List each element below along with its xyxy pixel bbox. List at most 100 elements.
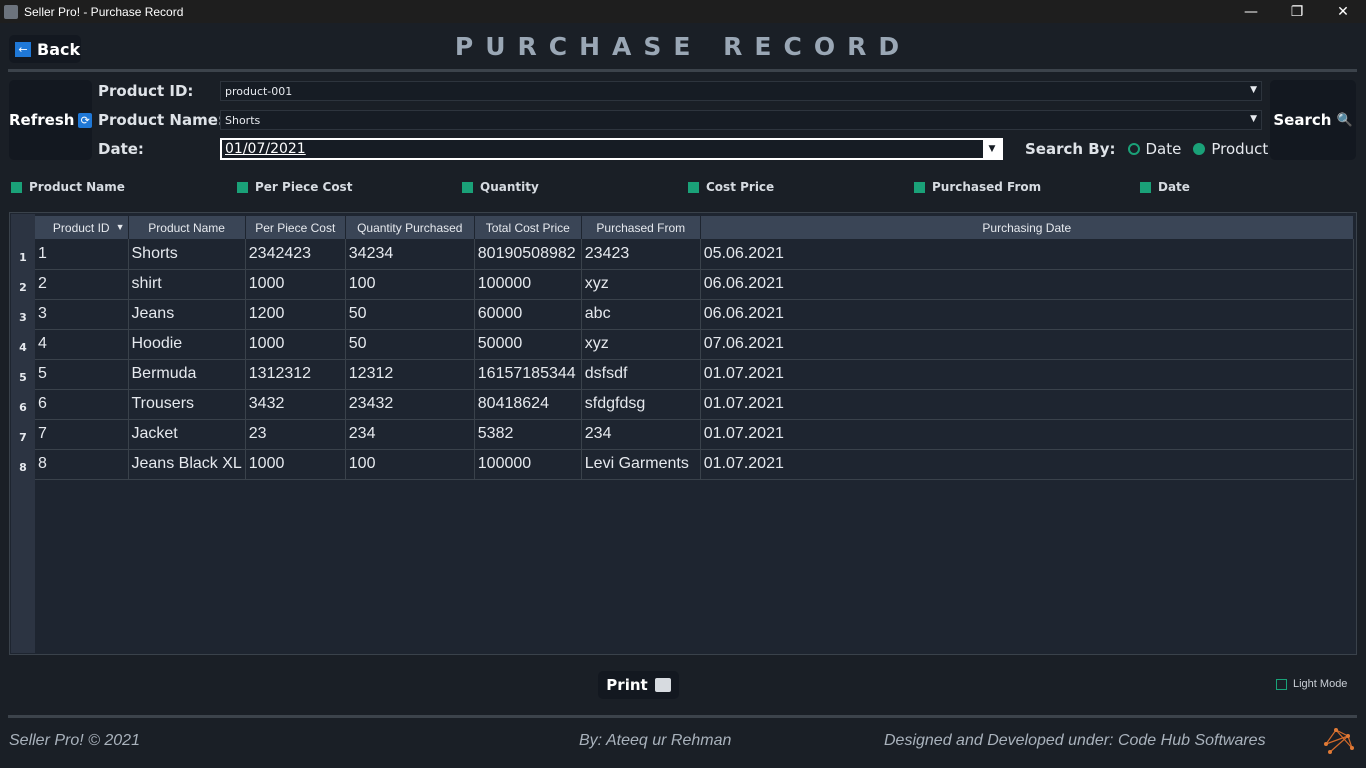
checkbox-icon[interactable] bbox=[688, 181, 699, 193]
cell-purchased-from[interactable]: abc bbox=[581, 299, 701, 330]
cell-total-cost[interactable]: 100000 bbox=[474, 449, 582, 480]
cell-purchasing-date[interactable]: 01.07.2021 bbox=[700, 389, 1354, 420]
cell-total-cost[interactable]: 16157185344 bbox=[474, 359, 582, 390]
row-number[interactable]: 7 bbox=[11, 422, 35, 452]
cell-product-name[interactable]: Shorts bbox=[128, 239, 246, 270]
chevron-down-icon[interactable]: ▼ bbox=[1250, 114, 1257, 124]
column-header-purchased-from[interactable]: Purchased From bbox=[581, 216, 701, 239]
checkbox-icon[interactable] bbox=[11, 181, 22, 193]
radio-date[interactable] bbox=[1127, 143, 1140, 155]
toggle-quantity[interactable]: Quantity bbox=[462, 180, 539, 194]
cell-product-name[interactable]: Jeans Black XL bbox=[128, 449, 246, 480]
row-number[interactable]: 4 bbox=[11, 332, 35, 362]
table-row[interactable]: 3 Jeans 1200 50 60000 abc 06.06.2021 bbox=[35, 299, 1354, 330]
table-row[interactable]: 5 Bermuda 1312312 12312 16157185344 dsfs… bbox=[35, 359, 1354, 390]
minimize-button[interactable]: — bbox=[1228, 0, 1274, 23]
cell-quantity[interactable]: 50 bbox=[345, 329, 475, 360]
cell-per-piece-cost[interactable]: 2342423 bbox=[245, 239, 346, 270]
row-number[interactable]: 2 bbox=[11, 272, 35, 302]
restore-button[interactable]: ❐ bbox=[1274, 0, 1320, 23]
purchase-grid[interactable]: 1 2 3 4 5 6 7 8 Product ID ▼ Product Name… bbox=[9, 212, 1357, 655]
row-number[interactable]: 3 bbox=[11, 302, 35, 332]
cell-total-cost[interactable]: 80418624 bbox=[474, 389, 582, 420]
cell-total-cost[interactable]: 80190508982 bbox=[474, 239, 582, 270]
cell-product-name[interactable]: Trousers bbox=[128, 389, 246, 420]
print-button[interactable]: Print bbox=[598, 671, 679, 699]
table-row[interactable]: 8 Jeans Black XL 1000 100 100000 Levi Ga… bbox=[35, 449, 1354, 480]
sort-down-icon[interactable]: ▼ bbox=[116, 222, 125, 232]
cell-purchased-from[interactable]: Levi Garments bbox=[581, 449, 701, 480]
checkbox-icon[interactable] bbox=[462, 181, 473, 193]
cell-per-piece-cost[interactable]: 23 bbox=[245, 419, 346, 450]
product-id-combobox[interactable]: product-001 ▼ bbox=[220, 81, 1262, 101]
column-header-product-id[interactable]: Product ID ▼ bbox=[35, 216, 129, 239]
cell-purchased-from[interactable]: dsfsdf bbox=[581, 359, 701, 390]
cell-total-cost[interactable]: 60000 bbox=[474, 299, 582, 330]
light-mode-toggle[interactable]: Light Mode bbox=[1276, 678, 1347, 690]
toggle-purchased-from[interactable]: Purchased From bbox=[914, 180, 1041, 194]
chevron-down-icon[interactable]: ▼ bbox=[983, 140, 1001, 158]
cell-purchased-from[interactable]: xyz bbox=[581, 329, 701, 360]
cell-product-id[interactable]: 6 bbox=[35, 389, 129, 420]
cell-purchased-from[interactable]: xyz bbox=[581, 269, 701, 300]
date-picker[interactable]: 01/07/2021 ▼ bbox=[220, 138, 1003, 160]
cell-quantity[interactable]: 100 bbox=[345, 449, 475, 480]
cell-purchasing-date[interactable]: 01.07.2021 bbox=[700, 419, 1354, 450]
cell-total-cost[interactable]: 5382 bbox=[474, 419, 582, 450]
checkbox-icon[interactable] bbox=[914, 181, 925, 193]
radio-date-label[interactable]: Date bbox=[1146, 140, 1182, 158]
cell-total-cost[interactable]: 50000 bbox=[474, 329, 582, 360]
column-header-total-cost-price[interactable]: Total Cost Price bbox=[474, 216, 582, 239]
cell-per-piece-cost[interactable]: 1000 bbox=[245, 269, 346, 300]
table-row[interactable]: 2 shirt 1000 100 100000 xyz 06.06.2021 bbox=[35, 269, 1354, 300]
table-row[interactable]: 1 Shorts 2342423 34234 80190508982 23423… bbox=[35, 239, 1354, 270]
cell-purchased-from[interactable]: 234 bbox=[581, 419, 701, 450]
cell-product-id[interactable]: 1 bbox=[35, 239, 129, 270]
row-number[interactable]: 8 bbox=[11, 452, 35, 482]
product-name-combobox[interactable]: Shorts ▼ bbox=[220, 110, 1262, 130]
close-button[interactable]: ✕ bbox=[1320, 0, 1366, 23]
checkbox-icon[interactable] bbox=[1140, 181, 1151, 193]
cell-product-name[interactable]: Jeans bbox=[128, 299, 246, 330]
column-header-purchasing-date[interactable]: Purchasing Date bbox=[700, 216, 1354, 239]
cell-product-id[interactable]: 7 bbox=[35, 419, 129, 450]
column-header-per-piece-cost[interactable]: Per Piece Cost bbox=[245, 216, 346, 239]
row-number[interactable]: 6 bbox=[11, 392, 35, 422]
cell-product-name[interactable]: Jacket bbox=[128, 419, 246, 450]
cell-per-piece-cost[interactable]: 1312312 bbox=[245, 359, 346, 390]
cell-product-name[interactable]: shirt bbox=[128, 269, 246, 300]
cell-purchasing-date[interactable]: 01.07.2021 bbox=[700, 359, 1354, 390]
table-row[interactable]: 6 Trousers 3432 23432 80418624 sfdgfdsg … bbox=[35, 389, 1354, 420]
checkbox-icon[interactable] bbox=[1276, 678, 1287, 690]
row-number[interactable]: 1 bbox=[11, 242, 35, 272]
toggle-product-name[interactable]: Product Name bbox=[11, 180, 125, 194]
cell-purchasing-date[interactable]: 01.07.2021 bbox=[700, 449, 1354, 480]
search-button[interactable]: Search 🔍 bbox=[1270, 80, 1356, 160]
cell-per-piece-cost[interactable]: 1000 bbox=[245, 449, 346, 480]
cell-product-name[interactable]: Bermuda bbox=[128, 359, 246, 390]
cell-product-id[interactable]: 5 bbox=[35, 359, 129, 390]
cell-product-id[interactable]: 2 bbox=[35, 269, 129, 300]
column-header-quantity-purchased[interactable]: Quantity Purchased bbox=[345, 216, 475, 239]
cell-quantity[interactable]: 100 bbox=[345, 269, 475, 300]
radio-product[interactable] bbox=[1193, 143, 1206, 155]
radio-product-label[interactable]: Product bbox=[1211, 140, 1268, 158]
cell-product-id[interactable]: 8 bbox=[35, 449, 129, 480]
cell-product-id[interactable]: 3 bbox=[35, 299, 129, 330]
cell-product-name[interactable]: Hoodie bbox=[128, 329, 246, 360]
toggle-per-piece-cost[interactable]: Per Piece Cost bbox=[237, 180, 352, 194]
cell-quantity[interactable]: 234 bbox=[345, 419, 475, 450]
chevron-down-icon[interactable]: ▼ bbox=[1250, 85, 1257, 95]
toggle-cost-price[interactable]: Cost Price bbox=[688, 180, 774, 194]
cell-per-piece-cost[interactable]: 1200 bbox=[245, 299, 346, 330]
table-row[interactable]: 4 Hoodie 1000 50 50000 xyz 07.06.2021 bbox=[35, 329, 1354, 360]
cell-total-cost[interactable]: 100000 bbox=[474, 269, 582, 300]
cell-quantity[interactable]: 23432 bbox=[345, 389, 475, 420]
checkbox-icon[interactable] bbox=[237, 181, 248, 193]
cell-purchasing-date[interactable]: 05.06.2021 bbox=[700, 239, 1354, 270]
cell-purchasing-date[interactable]: 06.06.2021 bbox=[700, 299, 1354, 330]
column-header-product-name[interactable]: Product Name bbox=[128, 216, 246, 239]
cell-purchasing-date[interactable]: 06.06.2021 bbox=[700, 269, 1354, 300]
cell-purchased-from[interactable]: 23423 bbox=[581, 239, 701, 270]
refresh-button[interactable]: Refresh ⟳ bbox=[9, 80, 92, 160]
